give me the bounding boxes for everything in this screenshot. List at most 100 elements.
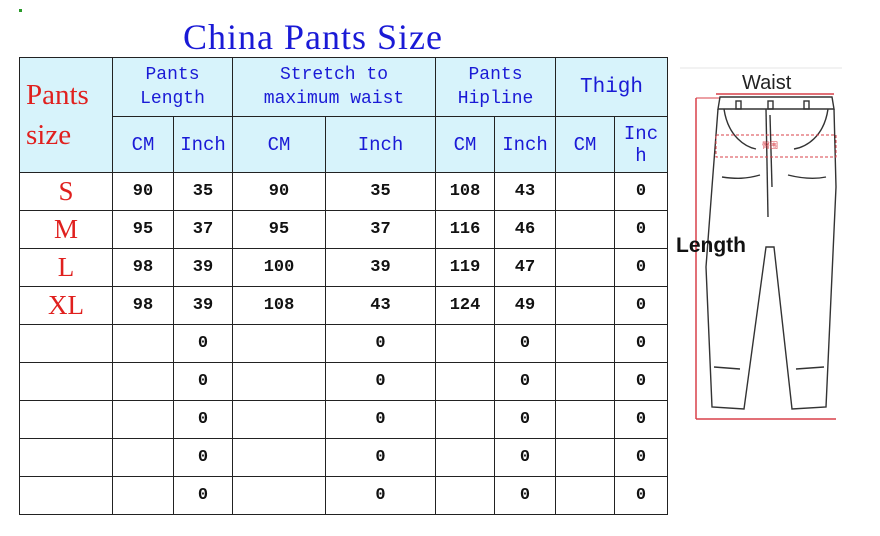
value-cell [232, 362, 326, 401]
value-cell: 0 [173, 438, 233, 477]
value-cell: 37 [325, 210, 436, 249]
value-cell: 49 [494, 286, 556, 325]
value-cell [555, 248, 615, 287]
table-body: S 90 35 90 35 108 43 0 M 95 37 95 37 116 46 0 L 98 39 100 39… [19, 172, 669, 515]
table-row: 0 0 0 0 [19, 438, 669, 477]
value-cell [232, 400, 326, 439]
value-cell: 0 [613, 476, 669, 515]
value-cell [112, 362, 174, 401]
value-cell: 39 [173, 286, 233, 325]
value-cell: 90 [112, 172, 174, 211]
table-row: 0 0 0 0 [19, 400, 669, 439]
size-label-cell [19, 400, 113, 439]
value-cell: 0 [494, 438, 556, 477]
header-row-units: CM Inch CM Inch CM Inch CM Inc h [20, 116, 669, 173]
hip-label: 臀围 [762, 141, 778, 150]
value-cell: 0 [325, 324, 436, 363]
value-cell: 0 [494, 362, 556, 401]
group-header-thigh: Thigh [554, 57, 669, 117]
value-cell: 0 [325, 476, 436, 515]
value-cell: 39 [325, 248, 436, 287]
value-cell: 0 [325, 362, 436, 401]
size-header-line-2: size [26, 119, 72, 151]
value-cell: 0 [494, 400, 556, 439]
page-title: China Pants Size [183, 17, 443, 57]
value-cell: 119 [435, 248, 495, 287]
table-row: 0 0 0 0 [19, 362, 669, 401]
value-cell: 43 [494, 172, 556, 211]
value-cell: 47 [494, 248, 556, 287]
unit-header: Inch [173, 116, 233, 173]
value-cell [435, 438, 495, 477]
value-cell: 0 [325, 400, 436, 439]
unit-header: Inch [325, 116, 436, 173]
size-header-line-1: Pants [26, 79, 89, 111]
size-label-cell: S [19, 172, 113, 211]
size-label-cell [19, 438, 113, 477]
size-label-cell [19, 362, 113, 401]
size-table: Pants size Pants Length Stretch to maximum… [19, 57, 669, 515]
value-cell: 108 [435, 172, 495, 211]
value-cell: 0 [613, 324, 669, 363]
header-row-groups: Pants size Pants Length Stretch to maximum… [19, 57, 669, 173]
table-row: XL 98 39 108 43 124 49 0 [19, 286, 669, 325]
unit-header: Inch [494, 116, 556, 173]
value-cell: 43 [325, 286, 436, 325]
value-cell [112, 476, 174, 515]
value-cell: 0 [613, 438, 669, 477]
group-header-hipline: Pants Hipline [435, 57, 556, 117]
value-cell [232, 324, 326, 363]
value-cell [555, 362, 615, 401]
table-row: 0 0 0 0 [19, 476, 669, 515]
value-cell: 108 [232, 286, 326, 325]
value-cell: 35 [325, 172, 436, 211]
value-cell: 98 [112, 248, 174, 287]
value-cell: 0 [613, 400, 669, 439]
value-cell: 98 [112, 286, 174, 325]
value-cell: 35 [173, 172, 233, 211]
value-cell [555, 172, 615, 211]
value-cell: 95 [112, 210, 174, 249]
value-cell [112, 324, 174, 363]
value-cell [112, 438, 174, 477]
value-cell: 116 [435, 210, 495, 249]
table-row: M 95 37 95 37 116 46 0 [19, 210, 669, 249]
value-cell: 37 [173, 210, 233, 249]
unit-header: CM [435, 116, 495, 173]
value-cell: 0 [613, 286, 669, 325]
value-cell: 0 [173, 400, 233, 439]
table-row: S 90 35 90 35 108 43 0 [19, 172, 669, 211]
size-label-cell: XL [19, 286, 113, 325]
pants-diagram: Waist 臀围 Length [676, 67, 842, 420]
unit-header: CM [112, 116, 174, 173]
value-cell [435, 362, 495, 401]
value-cell [555, 476, 615, 515]
value-cell [555, 286, 615, 325]
unit-header: Inc h [613, 116, 669, 173]
corner-mark [19, 9, 22, 12]
value-cell [112, 400, 174, 439]
value-cell: 46 [494, 210, 556, 249]
unit-header: CM [555, 116, 615, 173]
group-header-length: Pants Length [112, 57, 233, 117]
value-cell: 0 [173, 324, 233, 363]
waist-label: Waist [742, 72, 792, 94]
value-cell: 0 [325, 438, 436, 477]
value-cell: 0 [613, 210, 669, 249]
length-label: Length [676, 234, 746, 257]
size-label-cell: L [19, 248, 113, 287]
value-cell [232, 438, 326, 477]
value-cell: 100 [232, 248, 326, 287]
value-cell [555, 210, 615, 249]
value-cell: 90 [232, 172, 326, 211]
value-cell [435, 324, 495, 363]
group-header-waist: Stretch to maximum waist [232, 57, 436, 117]
value-cell: 0 [173, 476, 233, 515]
value-cell [435, 476, 495, 515]
size-column-header: Pants size [19, 57, 113, 173]
value-cell [232, 476, 326, 515]
value-cell: 39 [173, 248, 233, 287]
value-cell [555, 324, 615, 363]
table-row: L 98 39 100 39 119 47 0 [19, 248, 669, 287]
value-cell [555, 438, 615, 477]
